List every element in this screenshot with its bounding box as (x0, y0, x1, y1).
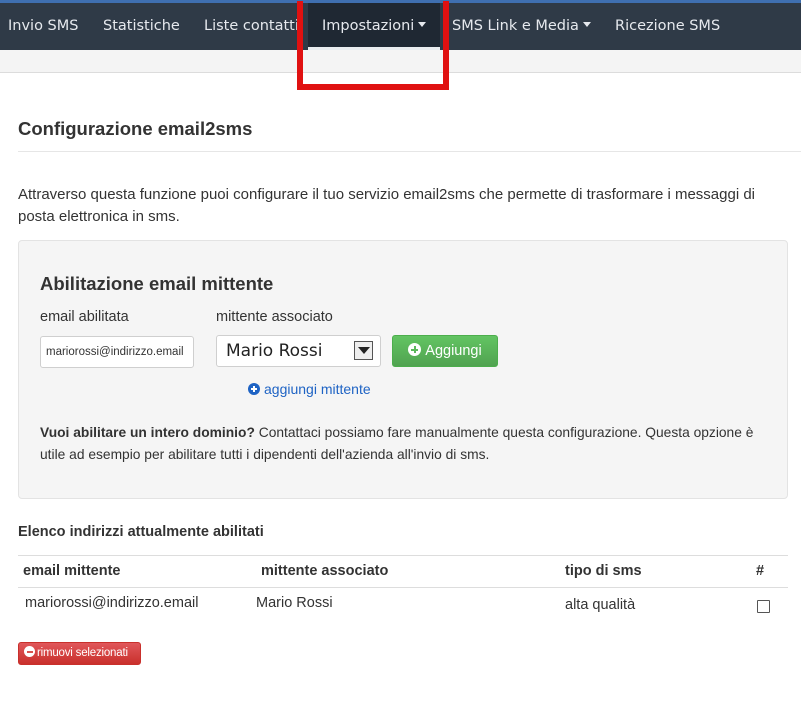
table-divider (18, 555, 788, 556)
sender-select-value: Mario Rossi (226, 341, 323, 361)
cell-email: mariorossi@indirizzo.email (25, 595, 199, 611)
intro-text: Attraverso questa funzione puoi configur… (18, 186, 756, 225)
enabled-list-title: Elenco indirizzi attualmente abilitati (18, 524, 264, 540)
email-input[interactable] (40, 336, 194, 368)
plus-circle-icon (248, 383, 260, 395)
plus-circle-icon (408, 343, 422, 356)
cell-sender: Mario Rossi (256, 595, 333, 611)
column-header-sender: mittente associato (261, 563, 389, 579)
add-sender-link-label: aggiungi mittente (264, 381, 371, 397)
nav-item-label: Statistiche (103, 18, 180, 34)
chevron-down-icon (354, 341, 373, 360)
sender-select[interactable]: Mario Rossi (216, 335, 381, 367)
panel-heading: Abilitazione email mittente (40, 273, 274, 294)
nav-item-label: Invio SMS (8, 18, 79, 34)
cell-type: alta qualità (565, 597, 636, 613)
nav-item-label: Liste contatti (204, 18, 299, 34)
nav-item-invio-sms[interactable]: Invio SMS (8, 3, 78, 50)
domain-note: Vuoi abilitare un intero dominio? Contat… (40, 422, 775, 466)
column-header-select: # (756, 563, 765, 579)
add-sender-link[interactable]: aggiungi mittente (248, 381, 371, 397)
column-header-type: tipo di sms (565, 563, 642, 579)
column-header-email: email mittente (23, 563, 121, 579)
table-divider (18, 587, 788, 588)
nav-item-liste-contatti[interactable]: Liste contatti (204, 3, 299, 50)
caret-down-icon (582, 21, 591, 27)
nav-item-label: Ricezione SMS (615, 18, 721, 34)
sub-navbar (0, 50, 801, 73)
nav-item-impostazioni[interactable]: Impostazioni (322, 3, 427, 50)
title-divider (18, 151, 801, 152)
remove-selected-button[interactable]: rimuovi selezionati (18, 642, 141, 665)
row-select-checkbox[interactable] (757, 600, 770, 613)
nav-item-label: Impostazioni (322, 18, 415, 34)
nav-item-ricezione-sms[interactable]: Ricezione SMS (615, 3, 720, 50)
sender-label: mittente associato (216, 309, 333, 325)
nav-item-label: SMS Link e Media (452, 18, 579, 34)
remove-button-label: rimuovi selezionati (37, 647, 128, 659)
add-button[interactable]: Aggiungi (392, 335, 498, 367)
domain-note-question: Vuoi abilitare un intero dominio? (40, 425, 255, 440)
nav-item-statistiche[interactable]: Statistiche (103, 3, 180, 50)
page-title: Configurazione email2sms (18, 118, 253, 139)
nav-item-sms-link-media[interactable]: SMS Link e Media (452, 3, 591, 50)
minus-circle-icon (24, 646, 35, 657)
caret-down-icon (418, 21, 427, 27)
enable-email-panel: Abilitazione email mittente email abilit… (18, 240, 788, 499)
email-label: email abilitata (40, 309, 129, 325)
top-navbar: Invio SMS Statistiche Liste contatti Imp… (0, 0, 801, 50)
add-button-label: Aggiungi (425, 343, 482, 359)
